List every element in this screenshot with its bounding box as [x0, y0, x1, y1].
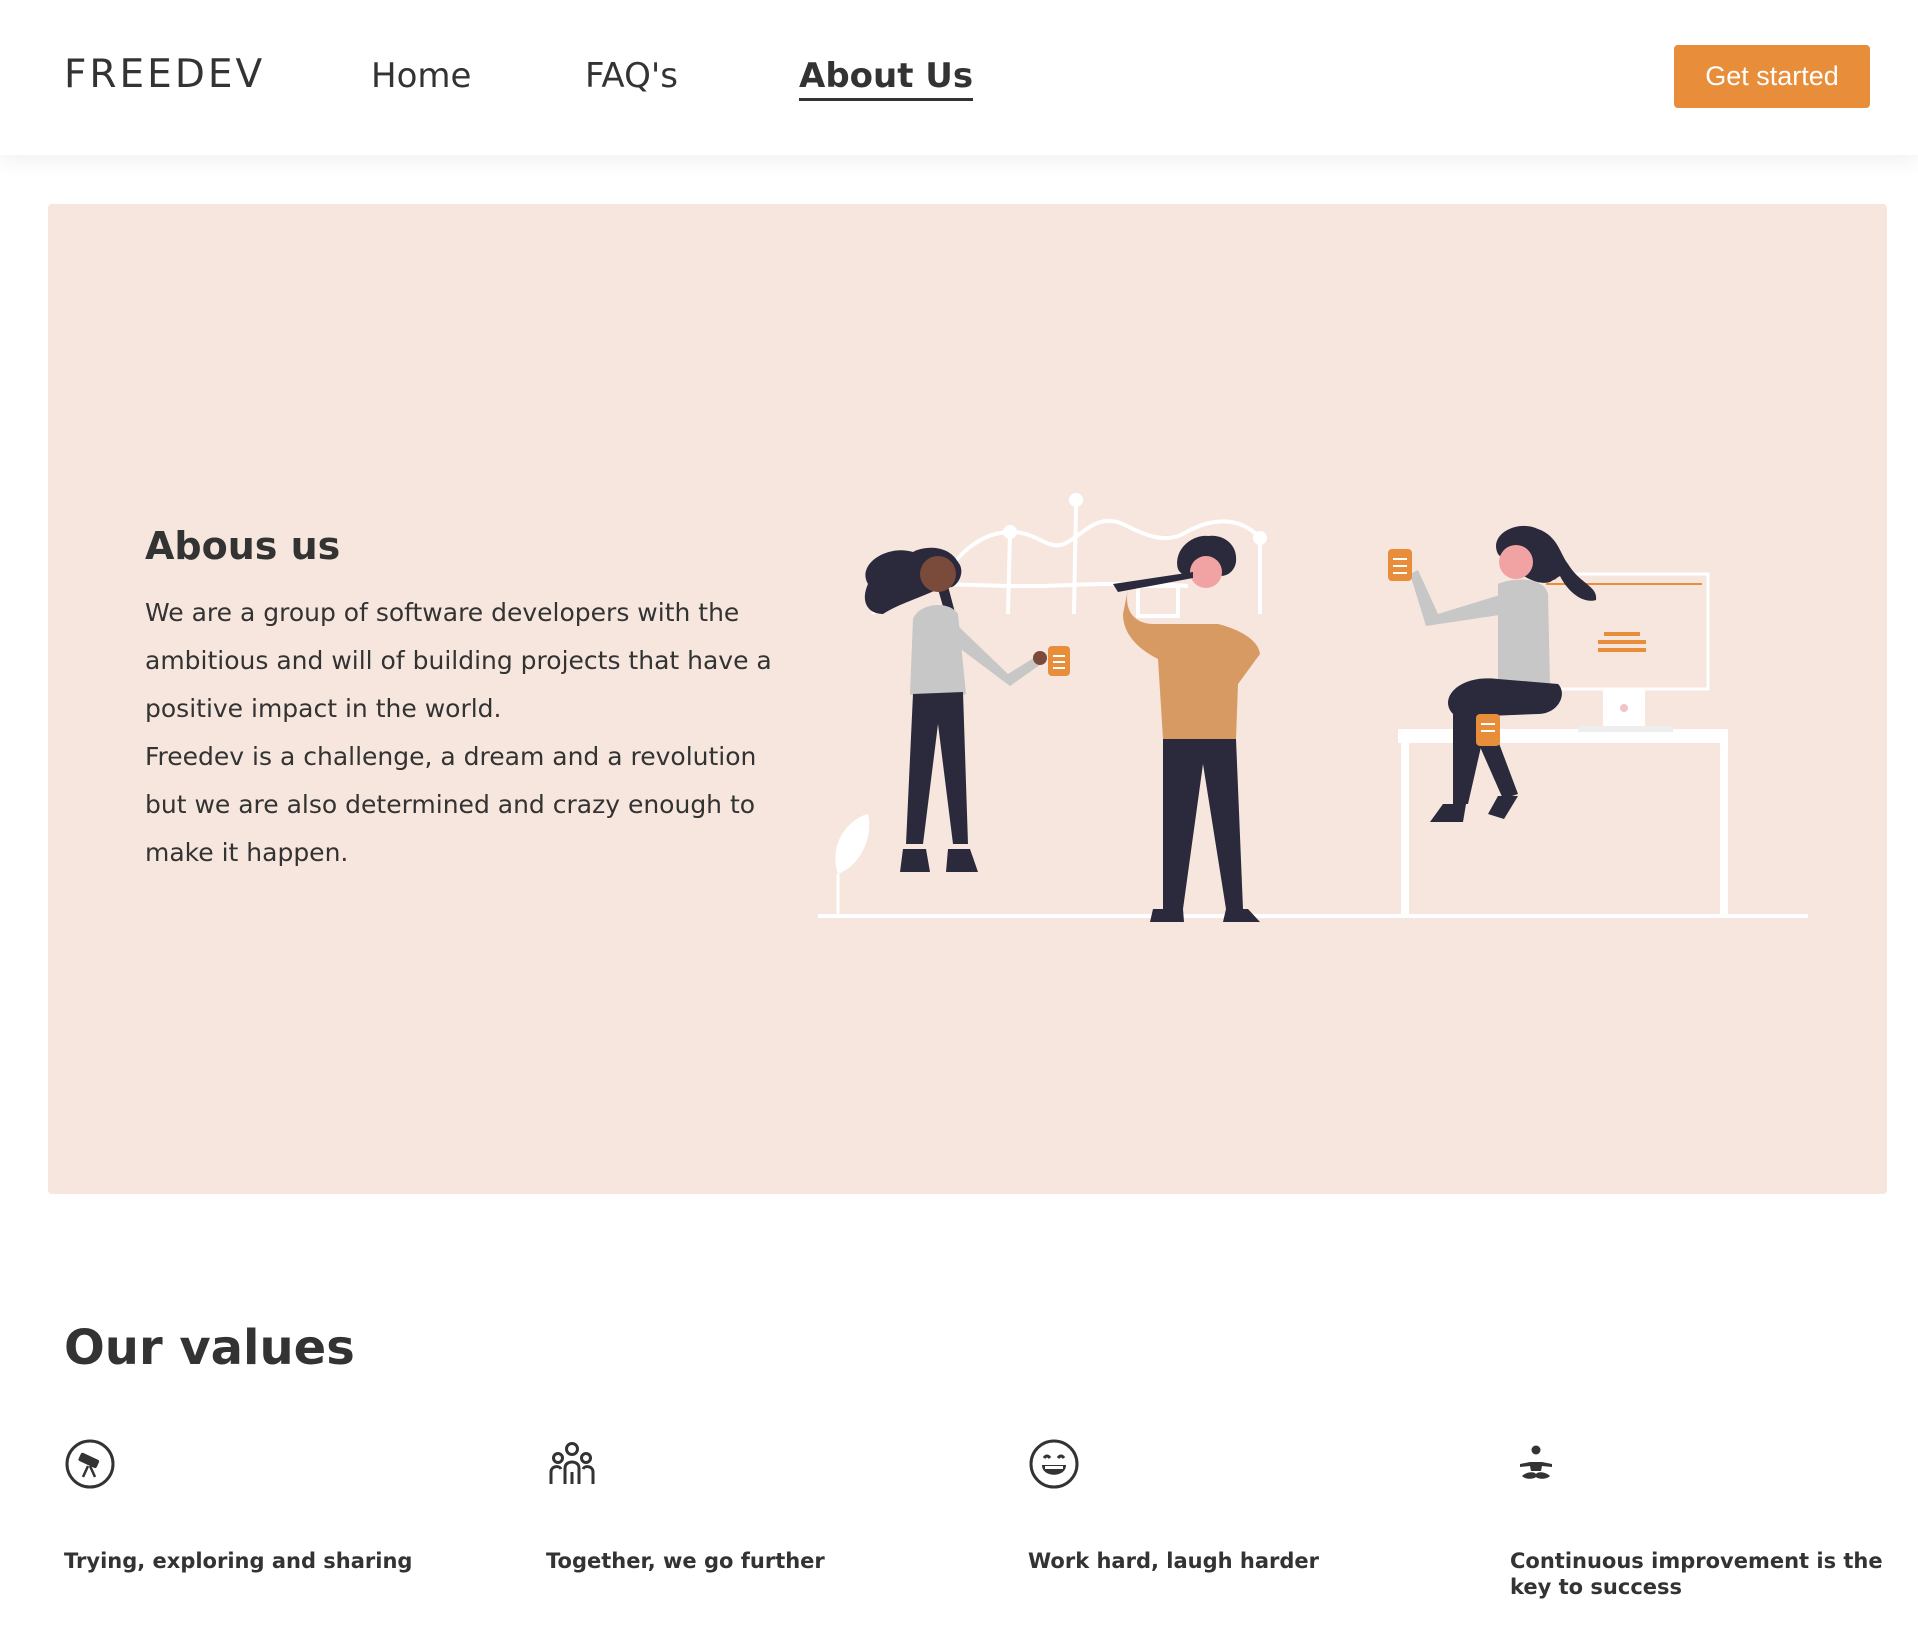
- about-hero-section: Abous us We are a group of software deve…: [48, 204, 1887, 1194]
- hero-title: Abous us: [145, 524, 341, 568]
- people-group-icon: [549, 1442, 595, 1484]
- hero-paragraph-1: We are a group of software developers wi…: [145, 598, 772, 723]
- value-heading: Continuous improvement is the key to suc…: [1510, 1549, 1883, 1599]
- hero-paragraph-2: Freedev is a challenge, a dream and a re…: [145, 742, 757, 867]
- nav-link-about-us[interactable]: About Us: [799, 56, 974, 101]
- values-section-title: Our values: [64, 1320, 355, 1376]
- value-heading: Together, we go further: [546, 1549, 825, 1573]
- nav-link-home[interactable]: Home: [371, 56, 471, 96]
- hero-description: We are a group of software developers wi…: [145, 589, 785, 877]
- team-illustration: [818, 493, 1808, 922]
- meditation-icon: [1520, 1445, 1552, 1479]
- laughing-face-icon: [1029, 1439, 1079, 1489]
- get-started-button[interactable]: Get started: [1674, 45, 1870, 108]
- logo[interactable]: FREEDEV: [64, 52, 265, 97]
- telescope-icon: [65, 1439, 115, 1489]
- value-heading: Work hard, laugh harder: [1028, 1549, 1319, 1573]
- nav-link-faqs[interactable]: FAQ's: [585, 56, 678, 96]
- navbar: FREEDEV Home FAQ's About Us Get started: [0, 0, 1918, 155]
- value-heading: Trying, exploring and sharing: [64, 1549, 413, 1573]
